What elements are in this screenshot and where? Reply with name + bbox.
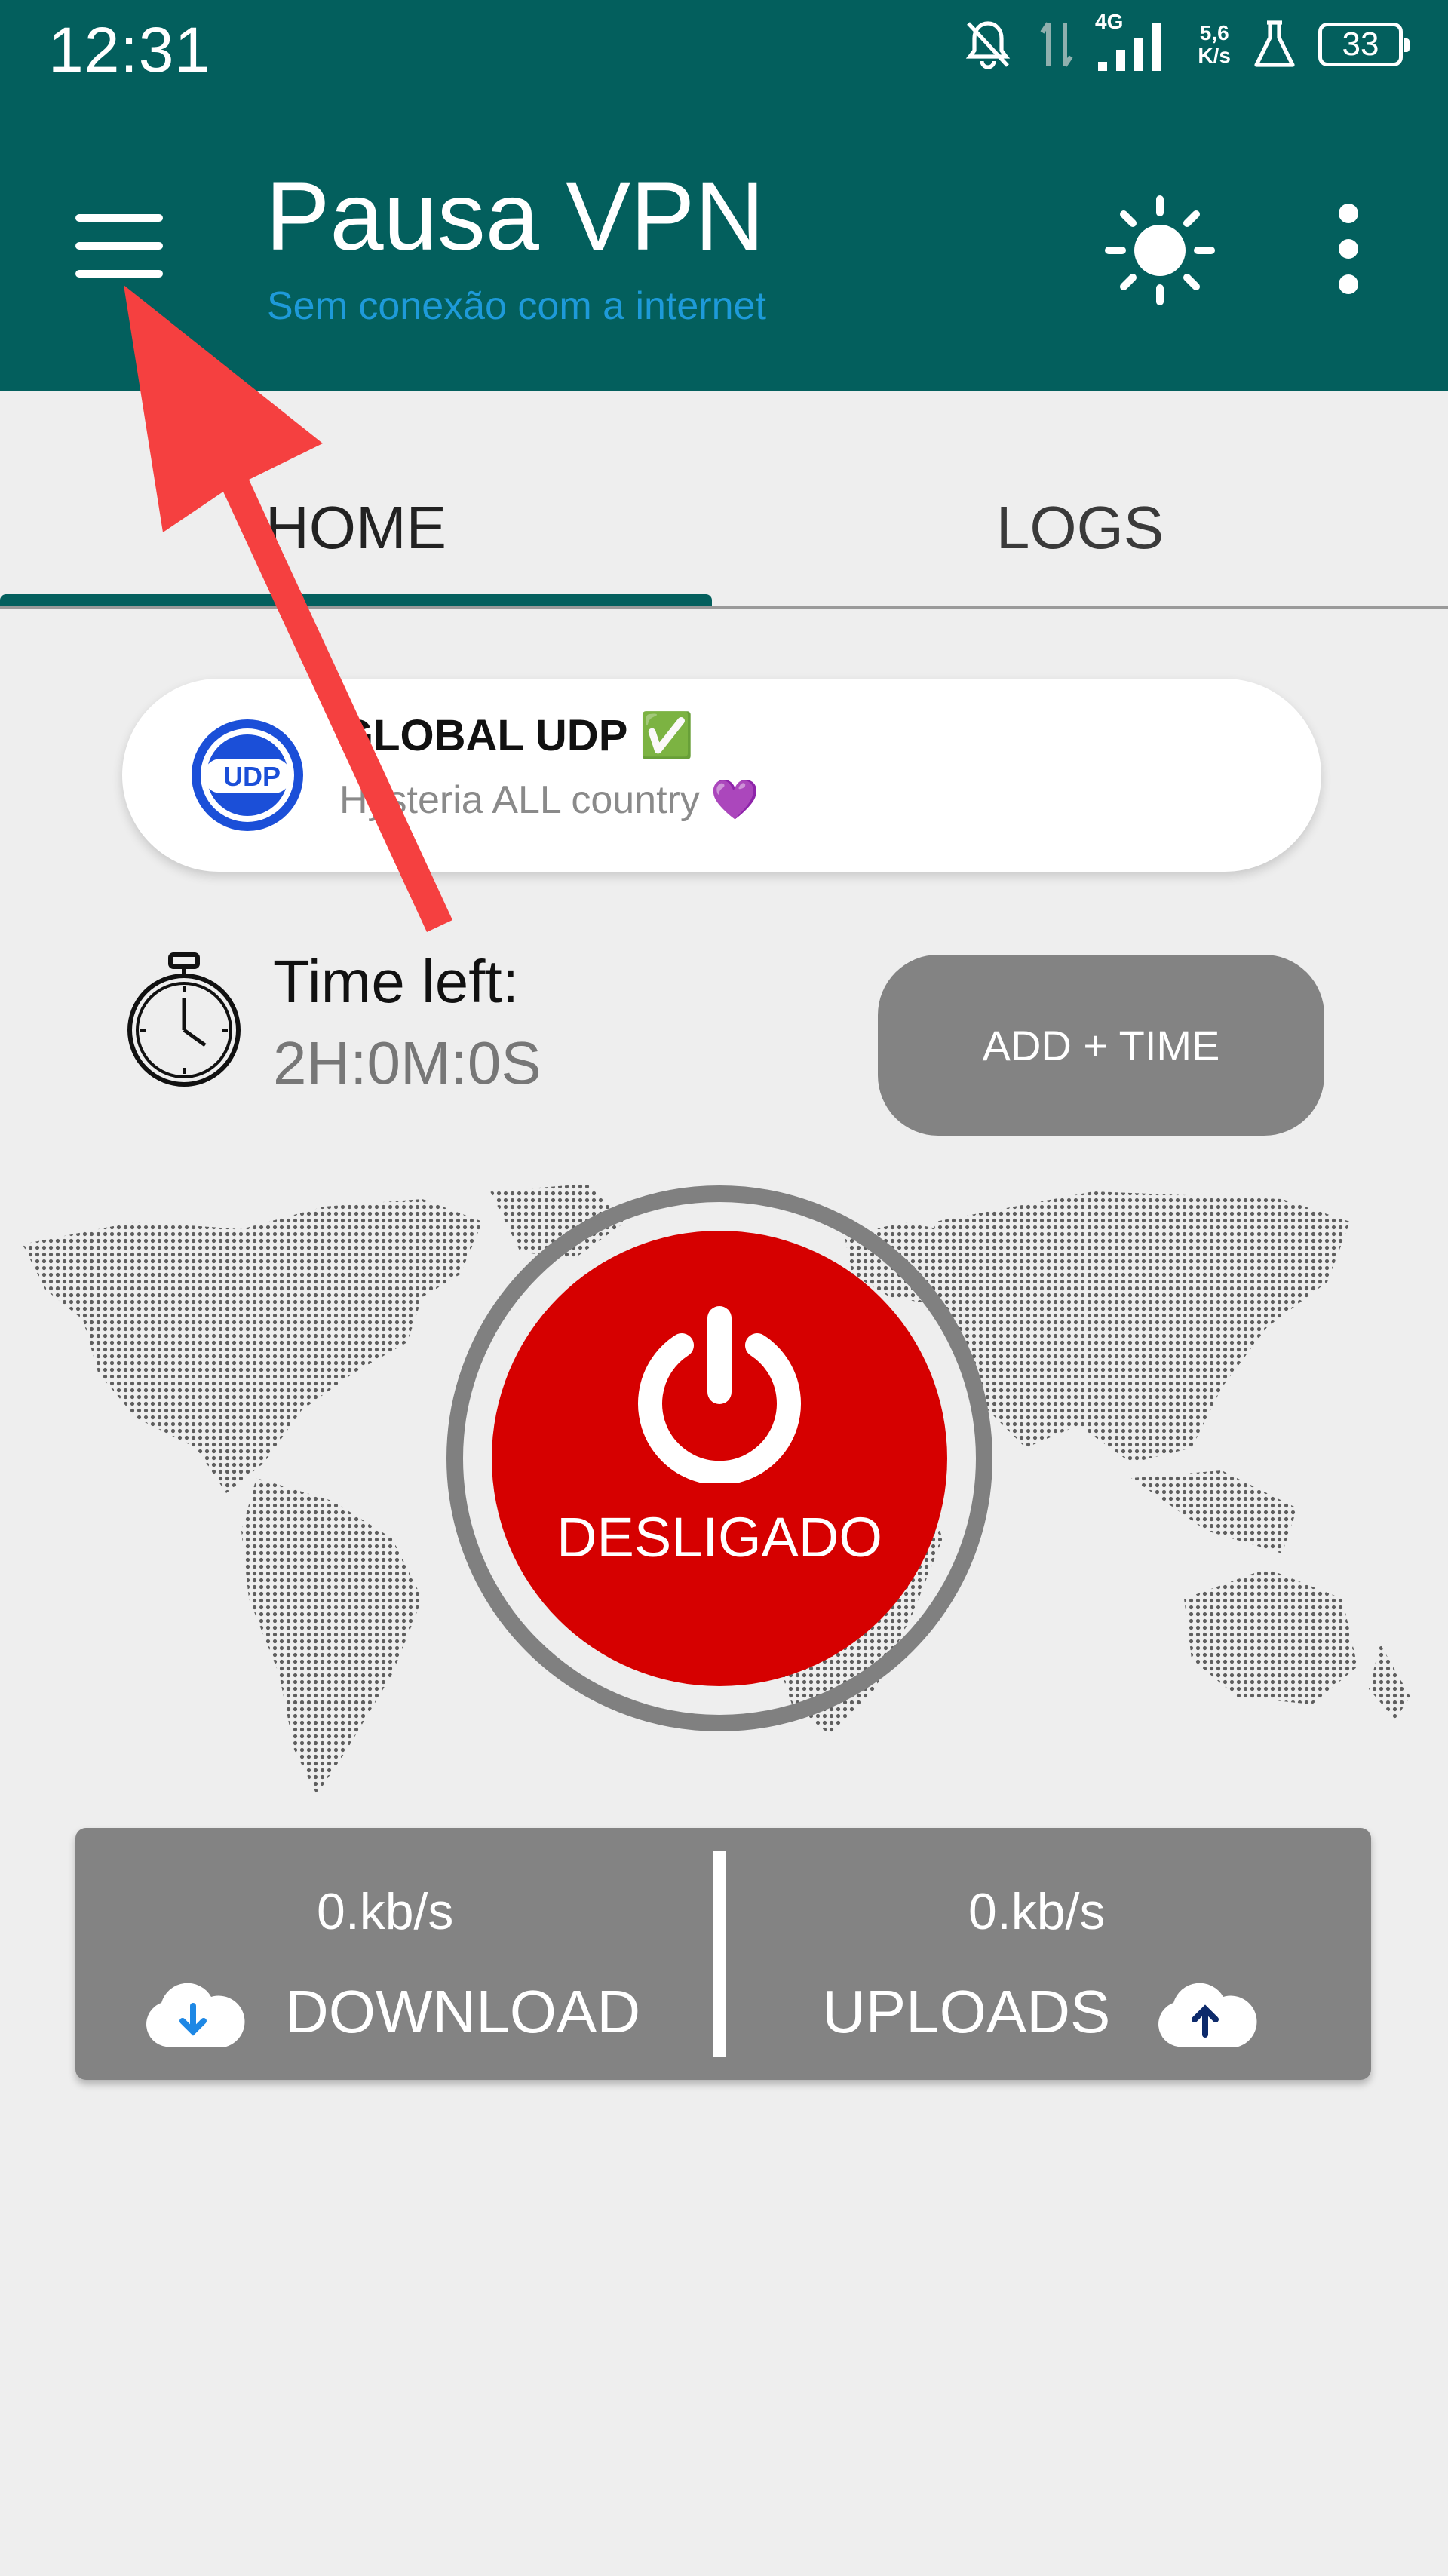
annotation-arrow (124, 285, 452, 932)
